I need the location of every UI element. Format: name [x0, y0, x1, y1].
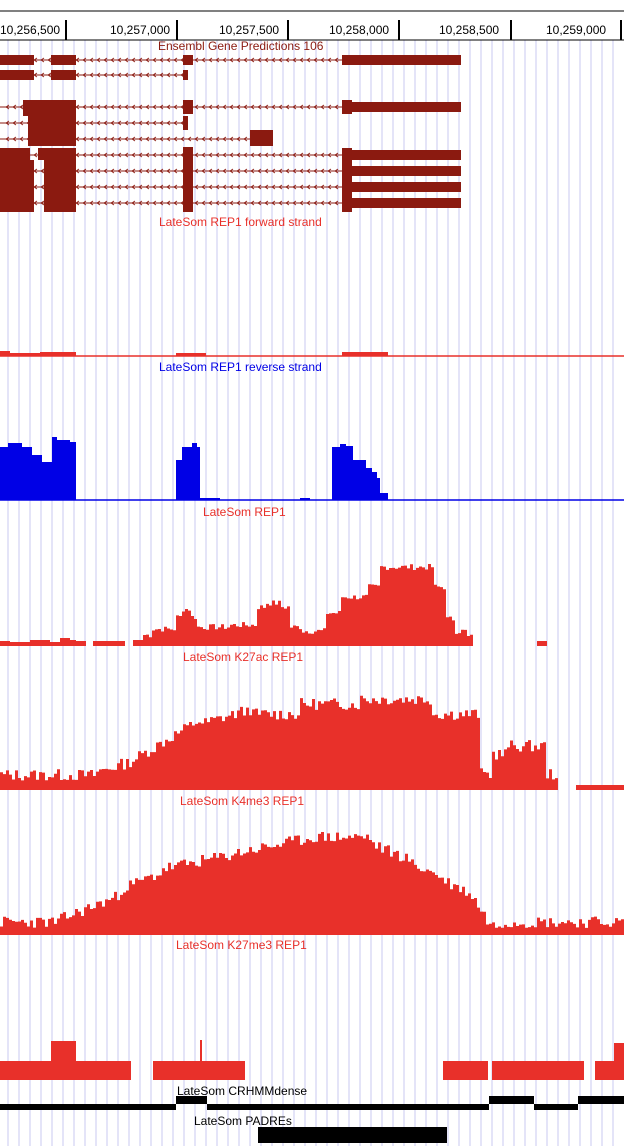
genome-browser-view[interactable]: 10,256,500 10,257,000 10,257,500 10,258,… [0, 0, 624, 1146]
k27me3-signal [0, 831, 624, 935]
coordinate-ruler: 10,256,500 10,257,000 10,257,500 10,258,… [0, 10, 624, 41]
k4me3-signal [0, 695, 624, 790]
crhmm-dense-track[interactable]: LateSom CRHMMdense [0, 1084, 624, 1110]
track-label: Ensembl Gene Predictions 106 [158, 39, 324, 53]
reverse-signal [0, 437, 388, 500]
ruler-label: 10,258,000 [329, 23, 389, 37]
grid-lines [7, 40, 614, 1146]
ruler-label: 10,257,000 [110, 23, 170, 37]
ensembl-gene-track[interactable]: Ensembl Gene Predictions 106 [0, 39, 461, 212]
ruler-label: 10,259,000 [546, 23, 606, 37]
track-label: LateSom K4me3 REP1 [180, 794, 304, 808]
track-label: LateSom PADREs [194, 1114, 292, 1128]
track-label: LateSom CRHMMdense [177, 1084, 307, 1098]
rep1-signal [0, 564, 547, 646]
track-label: LateSom REP1 [203, 505, 286, 519]
track-label: LateSom K27ac REP1 [183, 650, 303, 664]
rep1-reverse-strand-track[interactable]: LateSom REP1 reverse strand [0, 360, 624, 501]
k27ac-track[interactable]: LateSom K27ac REP1 [183, 650, 303, 664]
track-label: LateSom K27me3 REP1 [176, 938, 307, 952]
ruler-label: 10,256,500 [0, 23, 60, 37]
k27me3-track[interactable]: LateSom K27me3 REP1 [0, 831, 624, 1080]
track-label: LateSom REP1 reverse strand [159, 360, 322, 374]
k4me3-track[interactable]: LateSom K4me3 REP1 [0, 695, 624, 808]
rep1-forward-strand-track[interactable]: LateSom REP1 forward strand [0, 215, 624, 357]
k27me3-blocks [0, 1040, 624, 1080]
padres-track[interactable]: LateSom PADREs [194, 1114, 447, 1143]
ruler-label: 10,257,500 [219, 23, 279, 37]
ruler-label: 10,258,500 [439, 23, 499, 37]
rep1-track[interactable]: LateSom REP1 [0, 505, 547, 646]
track-label: LateSom REP1 forward strand [159, 215, 322, 229]
